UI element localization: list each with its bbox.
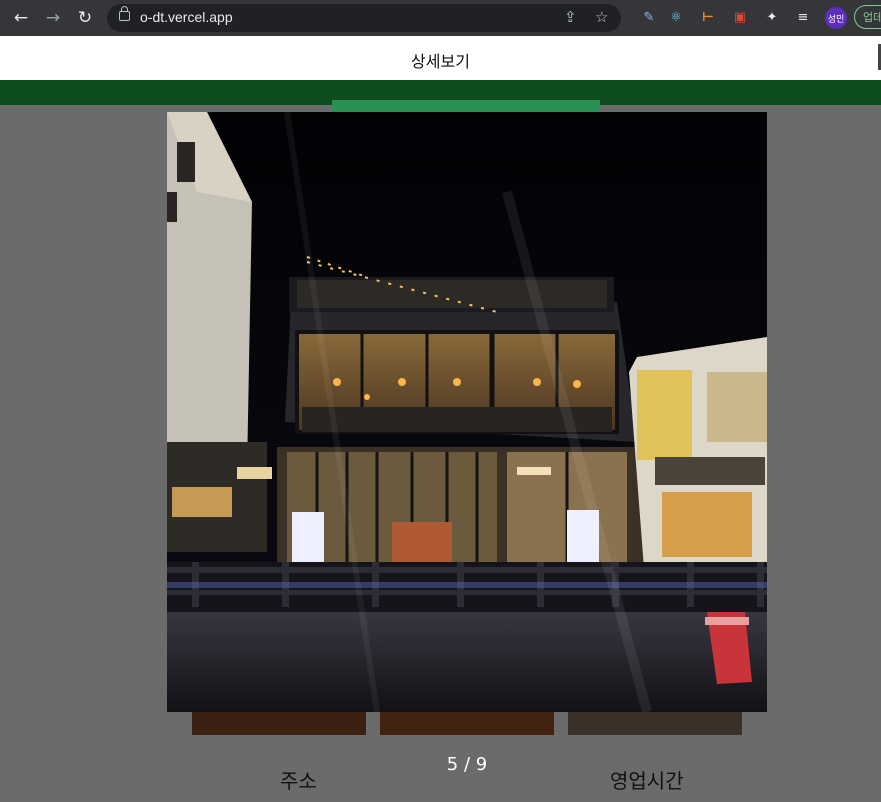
background-green-button: [332, 100, 600, 112]
modal-header: 상세보기: [0, 36, 881, 80]
bookmark-star-icon[interactable]: ☆: [595, 8, 608, 26]
ruler-extension-icon[interactable]: ⊢: [699, 8, 717, 26]
react-devtools-icon[interactable]: ⚛: [667, 8, 685, 26]
media-control-icon[interactable]: ≡: [794, 8, 812, 26]
image-counter: 5 / 9: [446, 754, 488, 775]
profile-avatar[interactable]: 성민: [825, 7, 847, 29]
background-thumbnail: [192, 712, 366, 735]
modal-title: 상세보기: [411, 52, 470, 71]
reload-icon[interactable]: ↻: [74, 7, 96, 29]
share-icon[interactable]: ⇪: [564, 8, 577, 26]
background-thumbnail: [568, 712, 742, 735]
gallery-photo[interactable]: [167, 112, 767, 712]
url-text: o-dt.vercel.app: [140, 9, 233, 25]
browser-toolbar: ← → ↻ o-dt.vercel.app ⇪ ☆ ✎ ⚛ ⊢ ▣ ✦ ≡ 성민…: [0, 0, 881, 36]
pen-extension-icon[interactable]: ✎: [640, 8, 658, 26]
storefront-night-photo: [167, 112, 767, 712]
background-thumbnail: [380, 712, 554, 735]
lock-icon: [119, 6, 130, 21]
calendar-extension-icon[interactable]: ▣: [731, 8, 749, 26]
extensions-puzzle-icon[interactable]: ✦: [763, 8, 781, 26]
update-button[interactable]: 업데: [854, 5, 881, 29]
back-arrow-icon[interactable]: ←: [10, 7, 32, 29]
address-bar[interactable]: o-dt.vercel.app ⇪ ☆: [107, 4, 621, 32]
forward-arrow-icon[interactable]: →: [42, 7, 64, 29]
